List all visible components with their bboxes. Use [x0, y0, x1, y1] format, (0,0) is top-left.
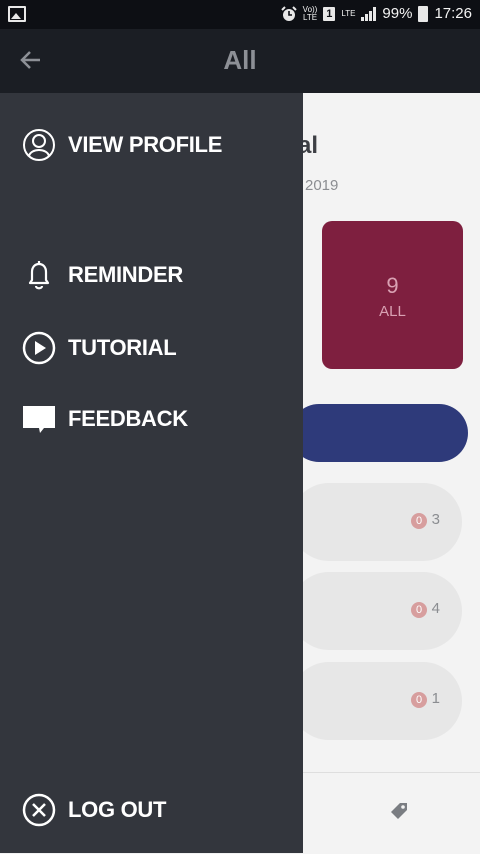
tag-icon[interactable]: [388, 800, 410, 822]
action-bar[interactable]: [290, 404, 468, 462]
menu-item-view-profile[interactable]: VIEW PROFILE: [22, 125, 222, 165]
navigation-drawer: VIEW PROFILE REMINDER TUTORIAL FEEDBACK: [0, 93, 303, 853]
close-circle-icon: [22, 793, 56, 827]
menu-item-reminder[interactable]: REMINDER: [22, 255, 183, 295]
profile-icon: [22, 128, 56, 162]
speech-bubble-icon: [22, 402, 56, 436]
sim-indicator: 1: [323, 6, 336, 21]
row-badge: 0: [411, 692, 427, 708]
app-bar: All: [0, 29, 480, 93]
list-item[interactable]: 0 1: [290, 662, 462, 740]
lte-indicator: LTE: [341, 8, 356, 18]
menu-item-label: TUTORIAL: [68, 335, 177, 360]
menu-item-label: VIEW PROFILE: [68, 132, 223, 157]
gallery-notification-icon: [8, 6, 26, 22]
row-count: 1: [431, 690, 440, 707]
bell-icon: [22, 258, 56, 292]
status-bar: Vo)) LTE 1 LTE 99% 17:26: [0, 0, 480, 29]
list-item[interactable]: 0 4: [290, 572, 462, 650]
row-badge: 0: [411, 513, 427, 529]
page-title: All: [223, 45, 257, 75]
menu-item-label: REMINDER: [68, 262, 183, 287]
menu-item-tutorial[interactable]: TUTORIAL: [22, 328, 177, 368]
battery-icon: [418, 5, 429, 22]
menu-item-label: FEEDBACK: [68, 406, 188, 431]
menu-item-feedback[interactable]: FEEDBACK: [22, 399, 188, 439]
all-count: 9: [386, 273, 399, 298]
row-count: 4: [431, 600, 440, 617]
row-count: 3: [431, 511, 440, 528]
date-label: 2019: [305, 177, 339, 194]
battery-percent: 99%: [382, 5, 413, 22]
status-icons: Vo)) LTE 1 LTE 99% 17:26: [280, 4, 472, 22]
logout-button[interactable]: LOG OUT: [22, 790, 166, 830]
logout-label: LOG OUT: [68, 797, 167, 822]
clock: 17:26: [434, 5, 472, 22]
volte-indicator: Vo)) LTE: [302, 4, 318, 22]
all-category-card[interactable]: 9 ALL: [322, 221, 463, 369]
list-item[interactable]: 0 3: [290, 483, 462, 561]
row-badge: 0: [411, 602, 427, 618]
all-label: ALL: [379, 303, 406, 320]
alarm-icon: [280, 5, 297, 21]
signal-icon: [361, 6, 377, 21]
play-circle-icon: [22, 331, 56, 365]
